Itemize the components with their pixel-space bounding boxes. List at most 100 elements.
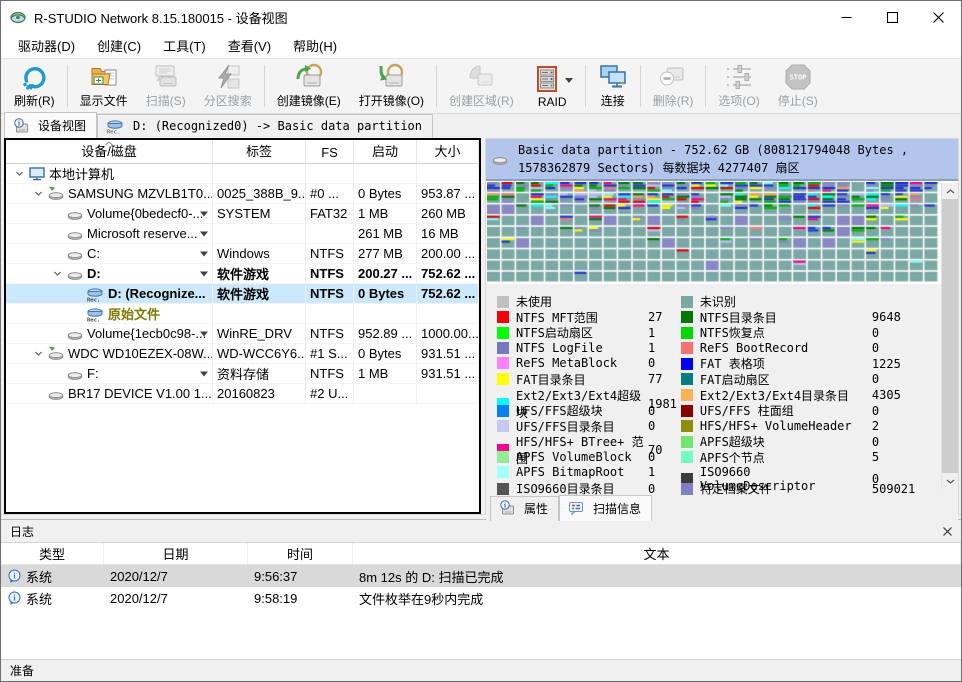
device-name: BR17 DEVICE V1.00 1....	[68, 386, 213, 401]
svg-text:Rec.: Rec.	[87, 317, 100, 321]
toolbar-button-open-image[interactable]: 打开镜像(O)	[350, 60, 433, 112]
legend-count: 0	[872, 341, 915, 355]
log-column-header-1[interactable]: 日期	[104, 543, 248, 564]
toolbar-button-connect[interactable]: 连接	[589, 60, 637, 112]
device-row[interactable]: Volume{1ecb0c98-...WinRE_DRVNTFS952.89 .…	[6, 324, 479, 344]
expand-chevron-icon[interactable]	[29, 189, 48, 198]
log-close-icon[interactable]	[943, 527, 952, 536]
toolbar-button-refresh[interactable]: 刷新(R)	[5, 60, 64, 112]
column-header-0[interactable]: 设备/磁盘	[6, 140, 213, 163]
device-row[interactable]: BR17 DEVICE V1.00 1....20160823#2 U...	[6, 384, 479, 404]
legend-label: UFS/FFS超级块	[516, 402, 648, 419]
scroll-down-icon[interactable]	[942, 473, 958, 489]
menu-item-4[interactable]: 帮助(H)	[282, 33, 348, 58]
column-header-4[interactable]: 大小	[417, 140, 479, 163]
device-row[interactable]: C:WindowsNTFS277 MB200.00 ...	[6, 244, 479, 264]
toolbar-button-raid[interactable]: RAID	[523, 60, 582, 112]
legend-label: NTFS LogFile	[516, 341, 648, 355]
legend-item: NTFS启动扇区1	[497, 324, 677, 340]
legend-count: 0	[872, 372, 915, 386]
sector-map-canvas[interactable]	[487, 182, 939, 283]
legend-item: APFS个节点5	[681, 449, 915, 465]
device-row[interactable]: Rec.原始文件	[6, 304, 479, 324]
log-column-header-0[interactable]: 类型	[1, 543, 104, 564]
menu-item-2[interactable]: 工具(T)	[152, 33, 217, 58]
device-row[interactable]: WDC WD10EZEX-08W...WD-WCC6Y6...#1 S...0 …	[6, 344, 479, 364]
close-button[interactable]	[915, 1, 961, 33]
minimize-button[interactable]	[823, 1, 869, 33]
device-cell-大小: 931.51 ...	[417, 344, 479, 363]
scroll-up-icon[interactable]	[942, 183, 958, 199]
device-row[interactable]: Microsoft reserve...261 MB16 MB	[6, 224, 479, 244]
scrollbar-thumb[interactable]	[942, 199, 958, 473]
log-row[interactable]: i系统2020/12/79:56:378m 12s 的 D: 扫描已完成	[1, 565, 961, 587]
scrollbar-vertical[interactable]	[941, 183, 958, 489]
device-cell-大小	[417, 304, 479, 323]
log-type-cell: i系统	[1, 565, 104, 587]
toolbar-button-label: 创建区域(R)	[449, 92, 514, 109]
device-row[interactable]: D:软件游戏NTFS200.27 ...752.62 ...	[6, 264, 479, 284]
row-dropdown-icon[interactable]	[200, 271, 208, 276]
device-row[interactable]: 本地计算机	[6, 164, 479, 184]
device-cell-大小	[417, 164, 479, 183]
maximize-button[interactable]	[869, 1, 915, 33]
scan-tab-1[interactable]: 扫描信息	[559, 495, 652, 521]
legend-count: 0	[872, 435, 915, 449]
scan-tab-label: 扫描信息	[593, 500, 641, 517]
toolbar-button-show-files[interactable]: 显示文件	[71, 60, 137, 112]
device-row[interactable]: Volume{0bedecf0-...SYSTEMFAT321 MB260 MB	[6, 204, 479, 224]
legend-swatch	[497, 311, 509, 323]
menu-item-0[interactable]: 驱动器(D)	[7, 33, 86, 58]
column-header-3[interactable]: 启动	[354, 140, 417, 163]
log-date: 2020/12/7	[104, 565, 248, 587]
legend-item: APFS VolumeBlock0	[497, 449, 677, 465]
log-type: 系统	[26, 567, 52, 586]
disk-icon	[67, 246, 83, 262]
column-header-1[interactable]: 标签	[213, 140, 306, 163]
device-cell-标签: WinRE_DRV	[213, 324, 306, 343]
row-dropdown-icon[interactable]	[200, 231, 208, 236]
log-column-header-3[interactable]: 文本	[353, 543, 961, 564]
svg-text:i: i	[18, 119, 20, 127]
menu-item-3[interactable]: 查看(V)	[217, 33, 282, 58]
menu-bar: 驱动器(D)创建(C)工具(T)查看(V)帮助(H)	[1, 33, 961, 58]
device-cell-标签	[213, 304, 306, 323]
scan-legend: 未使用NTFS MFT范围27NTFS启动扇区1NTFS LogFile1ReF…	[486, 284, 958, 496]
create-region-icon	[466, 62, 496, 92]
column-header-2[interactable]: FS	[306, 140, 354, 163]
device-cell-大小: 953.87 ...	[417, 184, 479, 203]
row-dropdown-icon[interactable]	[200, 371, 208, 376]
log-row[interactable]: i系统2020/12/79:58:19文件枚举在9秒内完成	[1, 587, 961, 609]
expand-chevron-icon[interactable]	[10, 169, 29, 178]
raid-dropdown-icon[interactable]	[565, 72, 573, 86]
log-panel: 日志 类型日期时间文本 i系统2020/12/79:56:378m 12s 的 …	[1, 519, 961, 659]
device-cell-FS: NTFS	[306, 264, 354, 283]
menu-item-1[interactable]: 创建(C)	[86, 33, 152, 58]
device-row[interactable]: SAMSUNG MZVLB1T0...0025_388B_9...#0 ...0…	[6, 184, 479, 204]
column-header-label: 启动	[372, 141, 398, 160]
view-tab-0[interactable]: i设备视图	[4, 112, 97, 138]
row-dropdown-icon[interactable]	[200, 331, 208, 336]
device-name-cell: Microsoft reserve...	[6, 224, 213, 243]
log-time: 9:56:37	[248, 565, 353, 587]
window-title: R-STUDIO Network 8.15.180015 - 设备视图	[34, 8, 288, 27]
row-dropdown-icon[interactable]	[200, 251, 208, 256]
expand-chevron-icon[interactable]	[48, 269, 67, 278]
partition-summary: Basic data partition - 752.62 GB (808121…	[486, 139, 958, 181]
scan-panel-tabs: i属性 扫描信息	[486, 496, 958, 521]
device-row[interactable]: Rec.D: (Recognize...软件游戏NTFS0 Bytes752.6…	[6, 284, 479, 304]
log-title: 日志	[10, 523, 34, 540]
log-date: 2020/12/7	[104, 587, 248, 609]
view-tab-1[interactable]: Rec.D: (Recognized0) -> Basic data parti…	[97, 114, 433, 138]
toolbar-button-create-image[interactable]: 创建镜像(E)	[268, 60, 350, 112]
device-row[interactable]: F:资料存储NTFS1 MB931.51 ...	[6, 364, 479, 384]
legend-item: HFS/HFS+ BTree+ 范围70	[497, 433, 677, 449]
device-name-cell: Rec.原始文件	[6, 304, 213, 323]
device-cell-标签: 0025_388B_9...	[213, 184, 306, 203]
scan-tab-0[interactable]: i属性	[490, 496, 559, 521]
log-column-header-2[interactable]: 时间	[248, 543, 353, 564]
expand-chevron-icon[interactable]	[29, 349, 48, 358]
legend-count: 1	[648, 341, 677, 355]
row-dropdown-icon[interactable]	[200, 211, 208, 216]
legend-swatch	[497, 327, 509, 339]
